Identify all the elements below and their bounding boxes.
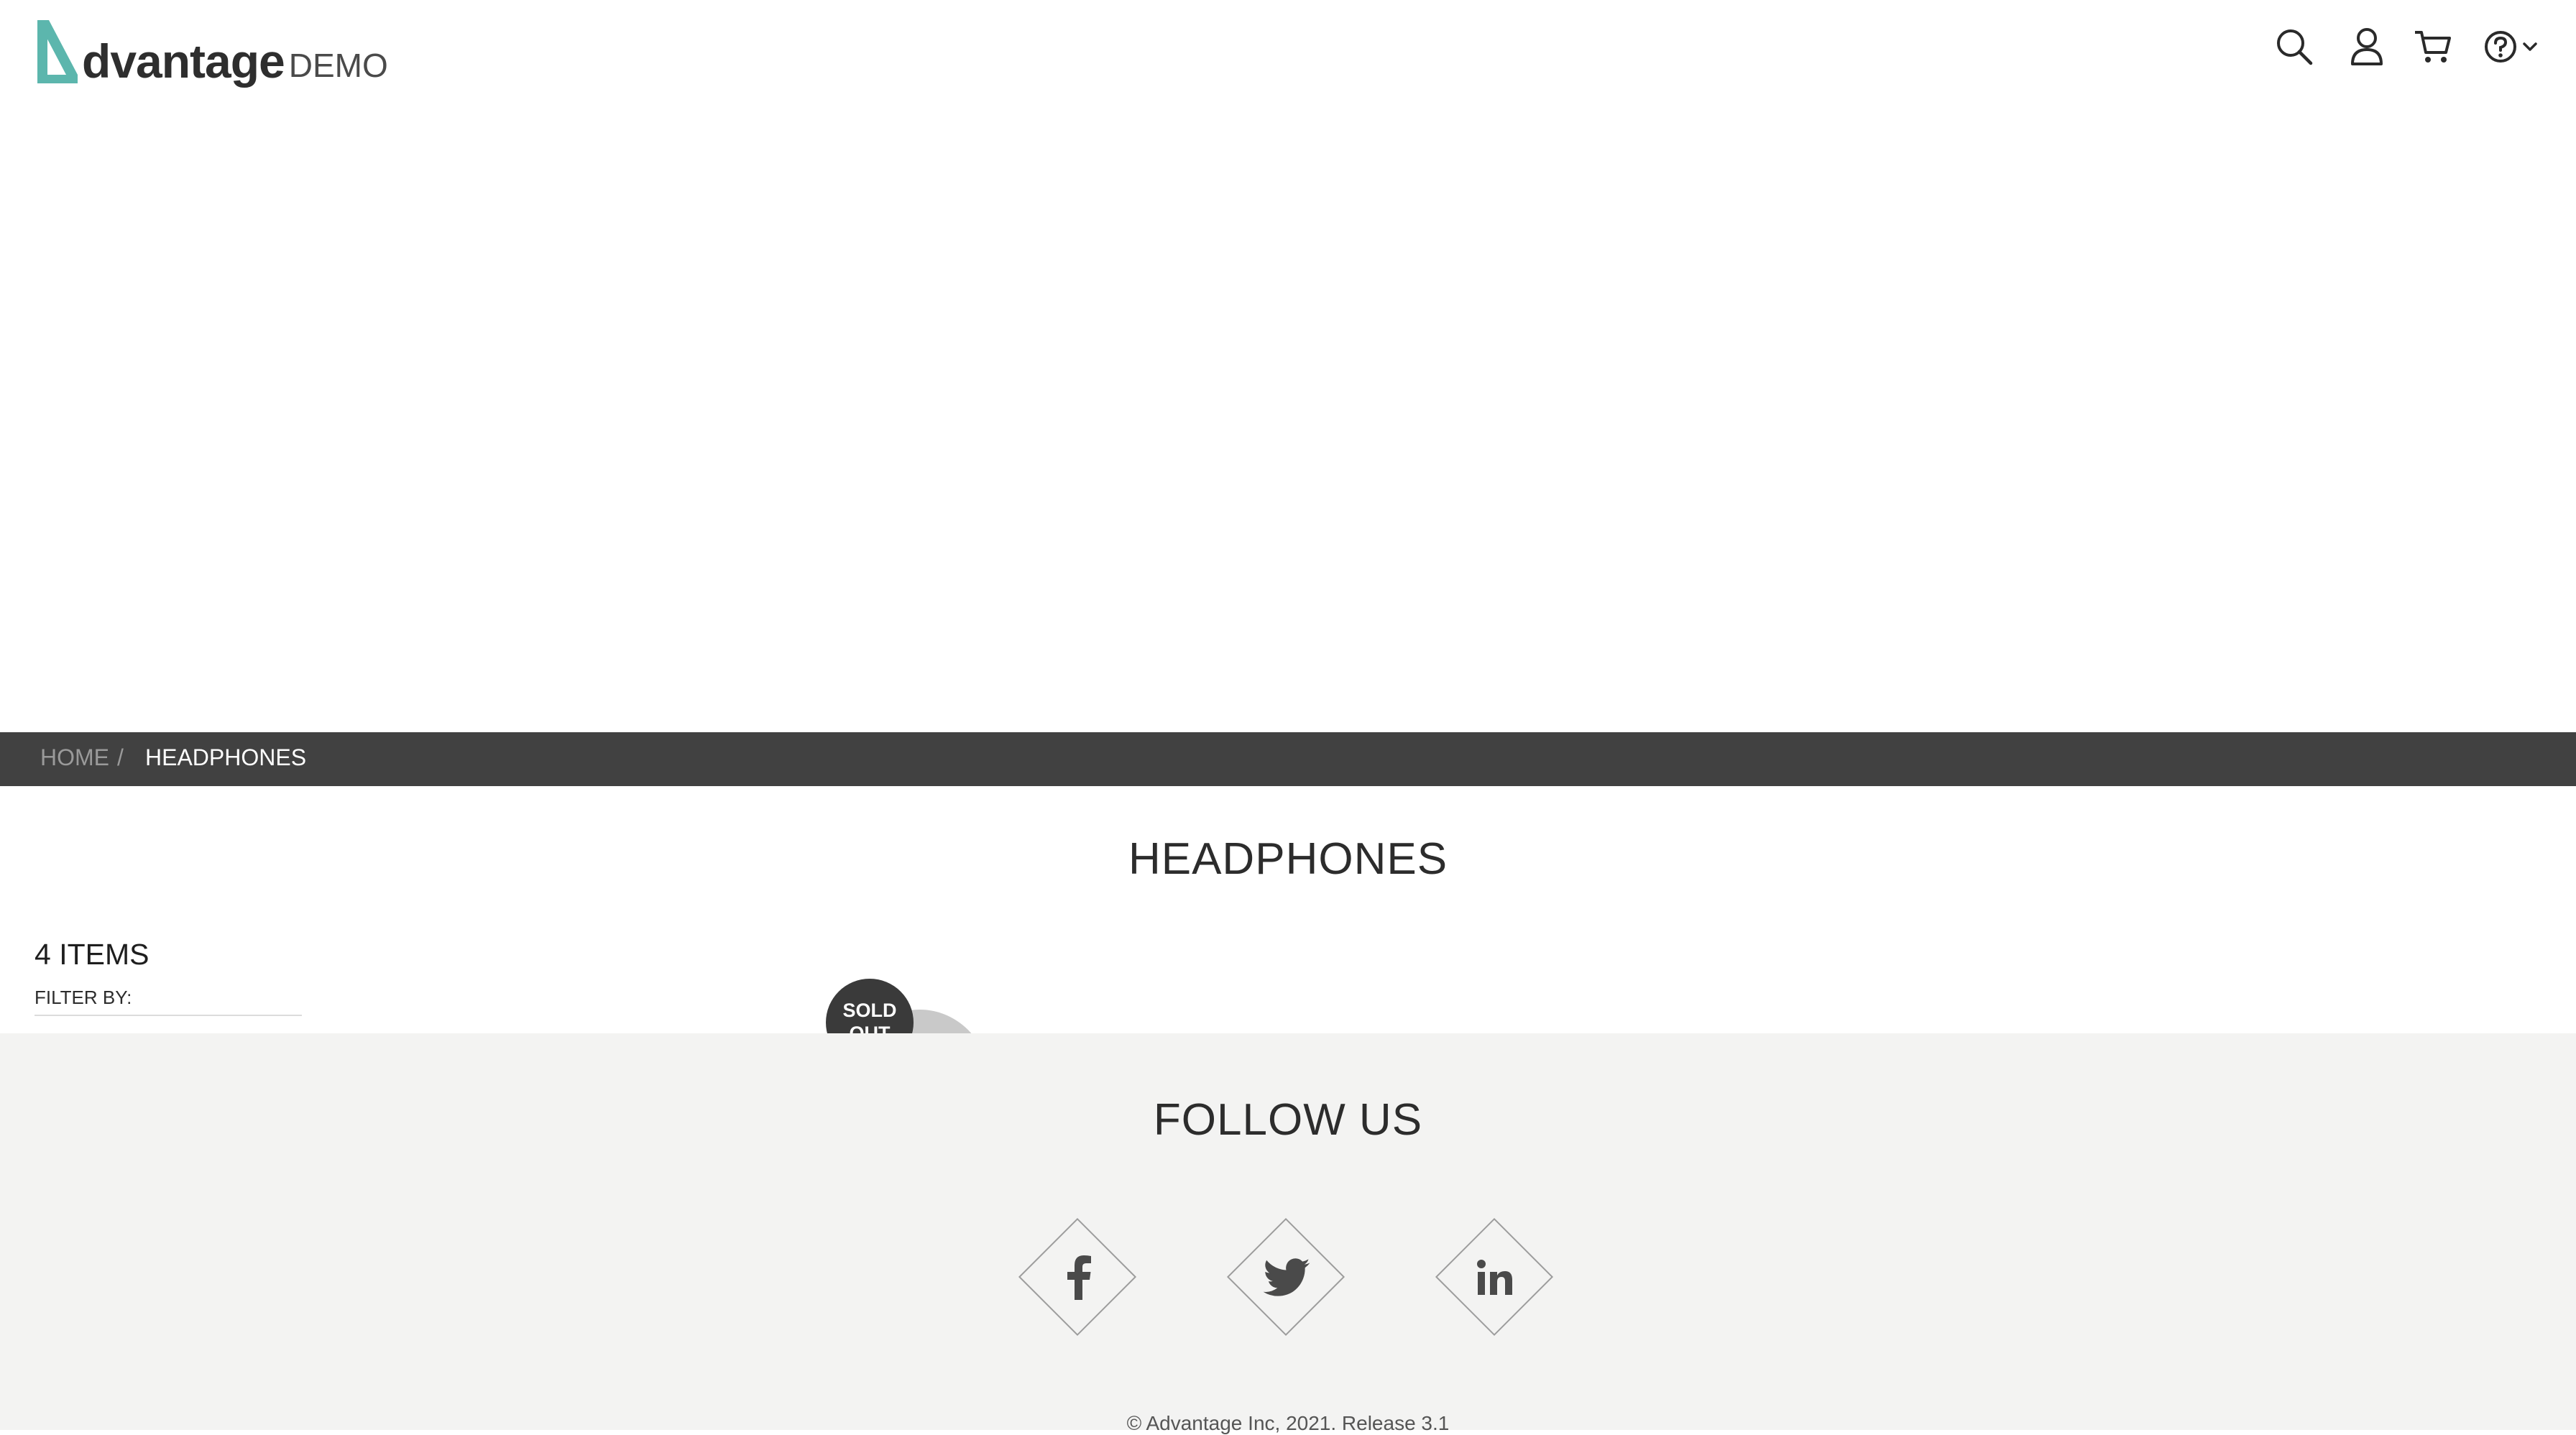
items-count: 4 ITEMS: [34, 938, 150, 971]
filter-by-label[interactable]: FILTER BY:: [34, 987, 132, 1009]
page-title: HEADPHONES: [1128, 834, 1448, 884]
facebook-icon: [1018, 1218, 1138, 1337]
twitter-icon: [1227, 1218, 1346, 1337]
filter-divider: [34, 1015, 302, 1016]
site-logo[interactable]: dvantage DEMO: [33, 13, 388, 85]
help-menu[interactable]: [2476, 22, 2544, 72]
copyright-text: © Advantage Inc, 2021. Release 3.1: [1126, 1412, 1450, 1434]
breadcrumb-home-link[interactable]: HOME: [40, 744, 109, 771]
search-icon[interactable]: [2269, 22, 2319, 72]
cart-icon[interactable]: [2408, 22, 2458, 72]
user-icon[interactable]: [2342, 22, 2392, 72]
follow-us-title: FOLLOW US: [1153, 1095, 1423, 1145]
help-icon: [2484, 31, 2516, 63]
logo-brand-text: dvantage: [82, 34, 285, 88]
facebook-link[interactable]: [1018, 1217, 1138, 1337]
twitter-link[interactable]: [1226, 1217, 1346, 1337]
chevron-down-icon: [2522, 42, 2537, 51]
linkedin-icon: [1435, 1218, 1555, 1337]
logo-demo-text: DEMO: [288, 47, 388, 84]
breadcrumb-separator: /: [117, 744, 124, 770]
logo-mark-icon: [37, 20, 78, 83]
breadcrumb: [0, 732, 2576, 786]
breadcrumb-current: HEADPHONES: [145, 744, 307, 770]
linkedin-link[interactable]: [1435, 1217, 1555, 1337]
